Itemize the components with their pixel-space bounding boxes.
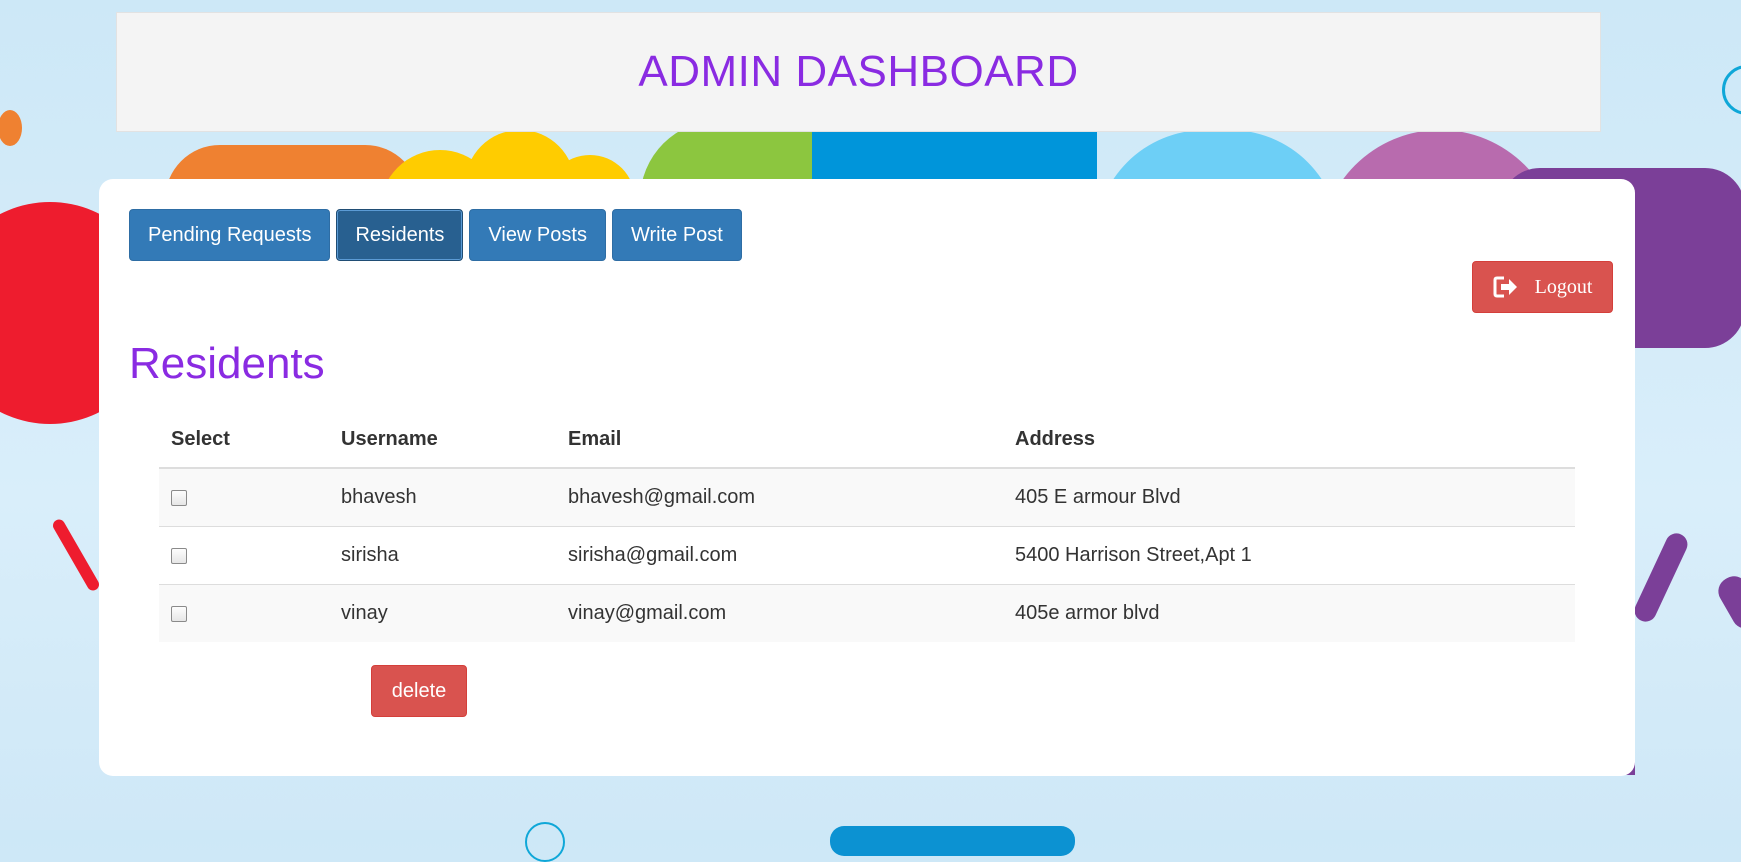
tab-write-post[interactable]: Write Post [611,209,742,261]
section-title: Residents [129,339,325,388]
select-cell [159,526,329,585]
table-header-row: Select Username Email Address [159,411,1575,469]
header-banner: ADMIN DASHBOARD [116,12,1601,132]
main-card: Pending Requests Residents View Posts Wr… [99,179,1635,776]
select-cell [159,467,329,527]
row-checkbox[interactable] [171,547,187,564]
column-header-address: Address [1003,411,1575,469]
email-cell: sirisha@gmail.com [556,526,1003,585]
email-cell: bhavesh@gmail.com [556,467,1003,527]
delete-button[interactable]: delete [371,665,467,717]
email-cell: vinay@gmail.com [556,584,1003,642]
decor-bottom-blue [830,826,1075,856]
username-cell: vinay [329,584,556,642]
column-header-username: Username [329,411,556,469]
row-checkbox[interactable] [171,605,187,622]
tab-view-posts[interactable]: View Posts [469,209,606,261]
username-cell: bhavesh [329,467,556,527]
nav-tabs: Pending Requests Residents View Posts Wr… [129,209,742,261]
address-cell: 5400 Harrison Street,Apt 1 [1003,526,1575,585]
decor-purple-finger [1713,571,1741,634]
row-checkbox[interactable] [171,489,187,506]
logout-button[interactable]: Logout [1472,261,1613,313]
column-header-email: Email [556,411,1003,469]
address-cell: 405e armor blvd [1003,584,1575,642]
table-row: vinay vinay@gmail.com 405e armor blvd [159,584,1575,642]
tab-residents[interactable]: Residents [336,209,464,261]
select-cell [159,584,329,642]
page-title: ADMIN DASHBOARD [638,47,1079,96]
address-cell: 405 E armour Blvd [1003,467,1575,527]
tab-pending-requests[interactable]: Pending Requests [129,209,331,261]
logout-label: Logout [1534,275,1593,298]
table-row: sirisha sirisha@gmail.com 5400 Harrison … [159,526,1575,585]
username-cell: sirisha [329,526,556,585]
table-row: bhavesh bhavesh@gmail.com 405 E armour B… [159,467,1575,527]
decor-orange-dot [0,110,22,146]
decor-purple-finger [1630,529,1692,626]
decor-red-stem [50,517,102,593]
column-header-select: Select [159,411,329,469]
logout-icon [1493,276,1519,298]
decor-bottom-ring [525,822,565,862]
residents-table: Select Username Email Address bhavesh bh… [159,411,1575,642]
decor-ring [1722,65,1741,115]
